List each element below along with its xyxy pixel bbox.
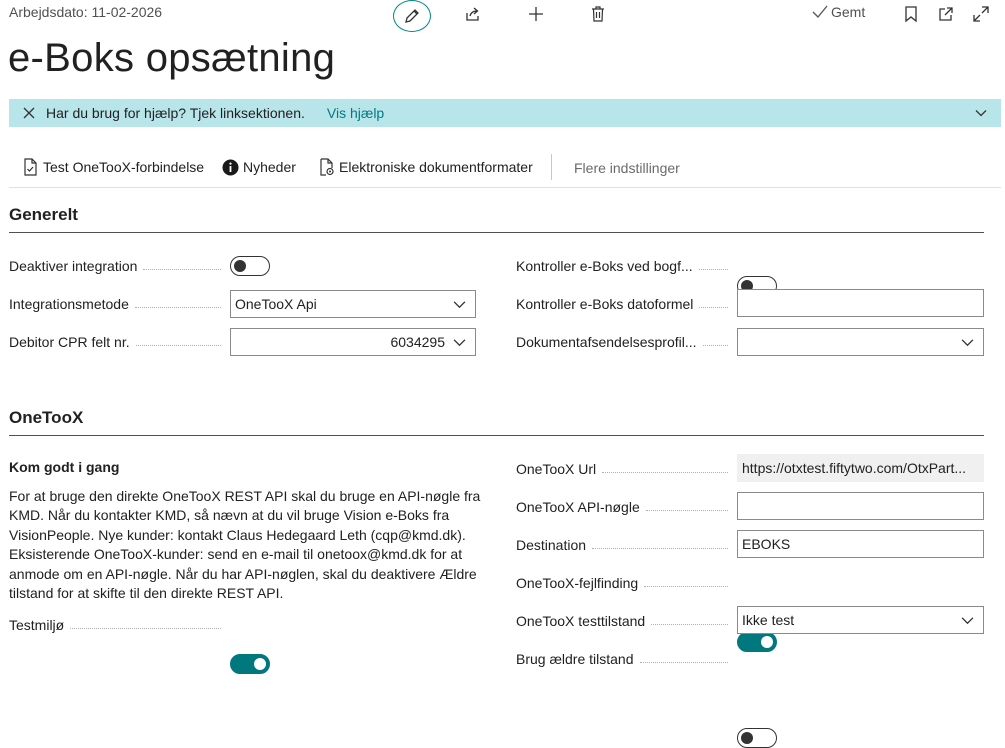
- check-posting-label: Kontroller e-Boks ved bogf...: [516, 258, 728, 274]
- test-connection-action[interactable]: Test OneTooX-forbindelse: [21, 158, 204, 176]
- general-section-title[interactable]: Generelt: [9, 205, 78, 225]
- new-button[interactable]: [525, 3, 547, 25]
- close-icon: [23, 107, 35, 119]
- chevron-down-icon: [961, 616, 973, 624]
- intro-text: For at bruge den direkte OneTooX REST AP…: [9, 488, 481, 602]
- open-new-window-button[interactable]: [935, 3, 957, 25]
- share-button[interactable]: [462, 3, 484, 25]
- help-banner: Har du brug for hjælp? Tjek linksektione…: [9, 99, 1001, 127]
- info-icon: [222, 159, 238, 175]
- expand-button[interactable]: [970, 3, 992, 25]
- trash-icon: [592, 6, 604, 22]
- news-label: Nyheder: [243, 159, 296, 175]
- section-divider: [9, 435, 984, 436]
- work-date: Arbejdsdato: 11-02-2026: [9, 4, 163, 20]
- debtor-cpr-field[interactable]: 6034295: [230, 328, 476, 356]
- section-divider: [9, 232, 984, 233]
- document-check-icon: [24, 158, 37, 176]
- pencil-icon: [405, 9, 419, 23]
- action-separator: [551, 154, 552, 180]
- disable-integration-label: Deaktiver integration: [9, 258, 221, 274]
- integration-method-label: Integrationsmetode: [9, 296, 221, 312]
- test-env-label: Testmiljø: [9, 617, 221, 633]
- open-new-window-icon: [939, 7, 953, 21]
- page-title: e-Boks opsætning: [8, 36, 336, 80]
- news-action[interactable]: Nyheder: [221, 158, 296, 176]
- document-settings-icon: [320, 158, 334, 176]
- debug-label: OneTooX-fejlfinding: [516, 575, 728, 591]
- api-key-input[interactable]: [737, 492, 984, 520]
- delete-button[interactable]: [587, 3, 609, 25]
- disable-integration-toggle[interactable]: [230, 256, 270, 276]
- bookmark-icon: [905, 6, 917, 23]
- chevron-down-icon: [453, 338, 465, 346]
- test-mode-select[interactable]: Ikke test: [737, 606, 984, 634]
- bookmark-button[interactable]: [900, 3, 922, 25]
- api-key-label: OneTooX API-nøgle: [516, 499, 728, 515]
- banner-expand-button[interactable]: [975, 106, 987, 122]
- integration-method-select[interactable]: OneTooX Api: [230, 290, 476, 318]
- test-env-toggle[interactable]: [230, 654, 270, 674]
- help-message: Har du brug for hjælp? Tjek linksektione…: [46, 105, 305, 121]
- chevron-down-icon: [453, 300, 465, 308]
- doc-formats-label: Elektroniske dokumentformater: [339, 159, 533, 175]
- close-banner-button[interactable]: [22, 106, 36, 120]
- debug-toggle[interactable]: [737, 632, 777, 652]
- doc-sending-profile-label: Dokumentafsendelsesprofil...: [516, 334, 728, 350]
- checkmark-icon: [812, 5, 828, 18]
- saved-status: Gemt: [812, 4, 865, 20]
- edit-button[interactable]: [393, 0, 431, 32]
- test-connection-label: Test OneTooX-forbindelse: [43, 159, 205, 175]
- legacy-mode-label: Brug ældre tilstand: [516, 651, 728, 667]
- destination-input[interactable]: EBOKS: [737, 530, 984, 558]
- test-mode-label: OneTooX testtilstand: [516, 613, 728, 629]
- doc-formats-action[interactable]: Elektroniske dokumentformater: [317, 158, 533, 176]
- plus-icon: [529, 7, 543, 21]
- check-date-formula-input[interactable]: [737, 289, 984, 317]
- show-help-link[interactable]: Vis hjælp: [327, 105, 384, 121]
- action-bar: Test OneTooX-forbindelse Nyheder Elektro…: [9, 148, 1001, 188]
- chevron-down-icon: [961, 338, 973, 346]
- onetoox-url-field: https://otxtest.fiftytwo.com/OtxPart...: [737, 454, 984, 482]
- onetoox-url-label: OneTooX Url: [516, 461, 728, 477]
- more-settings-action[interactable]: Flere indstillinger: [574, 160, 680, 176]
- chevron-down-icon: [975, 110, 987, 117]
- onetoox-section-title[interactable]: OneTooX: [9, 408, 83, 428]
- destination-label: Destination: [516, 537, 728, 553]
- intro-title: Kom godt i gang: [9, 459, 120, 475]
- check-date-formula-label: Kontroller e-Boks datoformel: [516, 296, 728, 312]
- expand-icon: [973, 6, 989, 22]
- debtor-cpr-label: Debitor CPR felt nr.: [9, 334, 221, 350]
- doc-sending-profile-select[interactable]: [737, 328, 984, 356]
- share-icon: [466, 7, 479, 21]
- saved-label: Gemt: [831, 4, 866, 20]
- legacy-mode-toggle[interactable]: [737, 728, 777, 748]
